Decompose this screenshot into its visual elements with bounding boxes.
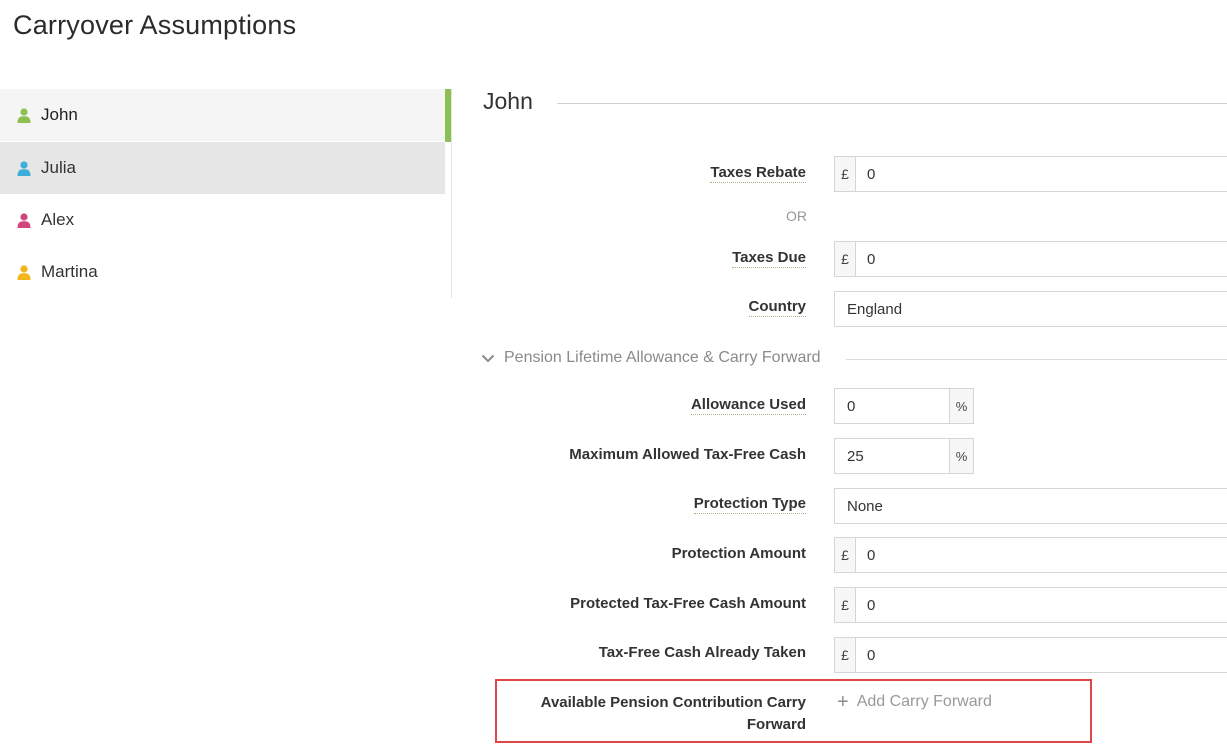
currency-addon: £ xyxy=(835,242,856,276)
sidebar-item-alex[interactable]: Alex xyxy=(0,194,445,246)
tax-free-cash-taken-label: Tax-Free Cash Already Taken xyxy=(598,644,806,661)
protected-tax-free-cash-value[interactable]: 0 xyxy=(856,588,875,622)
protection-amount-value[interactable]: 0 xyxy=(856,538,875,572)
person-icon xyxy=(17,212,31,228)
sidebar-item-john[interactable]: John xyxy=(0,89,445,141)
percent-addon: % xyxy=(949,439,973,473)
protection-amount-input[interactable]: £ 0 xyxy=(834,537,1227,573)
carry-forward-label: Available Pension Contribution Carry For… xyxy=(540,694,806,733)
percent-addon: % xyxy=(949,389,973,423)
sidebar-item-martina[interactable]: Martina xyxy=(0,246,445,298)
protected-tax-free-cash-label: Protected Tax-Free Cash Amount xyxy=(570,595,806,612)
sidebar-item-label: Alex xyxy=(41,210,75,229)
person-icon xyxy=(17,107,31,123)
protection-type-value[interactable]: None xyxy=(835,489,883,523)
people-sidebar: John Julia Alex Martina xyxy=(0,89,452,298)
person-icon xyxy=(17,264,31,280)
section-divider xyxy=(846,359,1227,360)
max-tax-free-cash-value[interactable]: 25 xyxy=(835,439,949,473)
currency-addon: £ xyxy=(835,157,856,191)
protected-tax-free-cash-input[interactable]: £ 0 xyxy=(834,587,1227,623)
taxes-due-label: Taxes Due xyxy=(732,249,806,268)
country-select[interactable]: England xyxy=(834,291,1227,327)
add-carry-forward-label: Add Carry Forward xyxy=(856,693,992,710)
currency-addon: £ xyxy=(835,538,856,572)
tax-free-cash-taken-input[interactable]: £ 0 xyxy=(834,637,1227,673)
protection-amount-label: Protection Amount xyxy=(671,545,806,562)
country-label: Country xyxy=(748,298,806,317)
person-heading: John xyxy=(483,88,533,114)
taxes-rebate-input[interactable]: £ 0 xyxy=(834,156,1227,192)
currency-addon: £ xyxy=(835,588,856,622)
max-tax-free-cash-label: Maximum Allowed Tax-Free Cash xyxy=(569,446,806,463)
or-separator: OR xyxy=(786,208,807,224)
taxes-rebate-value[interactable]: 0 xyxy=(856,157,875,191)
sidebar-item-label: Julia xyxy=(41,158,76,177)
allowance-used-label: Allowance Used xyxy=(690,396,806,415)
taxes-rebate-label: Taxes Rebate xyxy=(710,164,806,183)
page-title: Carryover Assumptions xyxy=(13,10,297,40)
pension-section-toggle[interactable]: Pension Lifetime Allowance & Carry Forwa… xyxy=(481,349,821,367)
max-tax-free-cash-input[interactable]: 25 % xyxy=(834,438,974,474)
allowance-used-value[interactable]: 0 xyxy=(835,389,949,423)
taxes-due-input[interactable]: £ 0 xyxy=(834,241,1227,277)
taxes-due-value[interactable]: 0 xyxy=(856,242,875,276)
currency-addon: £ xyxy=(835,638,856,672)
add-carry-forward-button[interactable]: + Add Carry Forward xyxy=(837,692,992,712)
plus-icon: + xyxy=(837,691,849,713)
sidebar-item-label: Martina xyxy=(41,262,98,281)
pension-section-title: Pension Lifetime Allowance & Carry Forwa… xyxy=(504,349,821,366)
sidebar-item-label: John xyxy=(41,105,78,124)
sidebar-item-julia[interactable]: Julia xyxy=(0,142,445,194)
protection-type-label: Protection Type xyxy=(693,495,806,514)
chevron-down-icon xyxy=(481,354,495,362)
country-value[interactable]: England xyxy=(835,292,902,326)
tax-free-cash-taken-value[interactable]: 0 xyxy=(856,638,875,672)
person-icon xyxy=(17,160,31,176)
heading-divider xyxy=(557,103,1227,104)
protection-type-select[interactable]: None xyxy=(834,488,1227,524)
active-indicator xyxy=(445,89,451,142)
allowance-used-input[interactable]: 0 % xyxy=(834,388,974,424)
